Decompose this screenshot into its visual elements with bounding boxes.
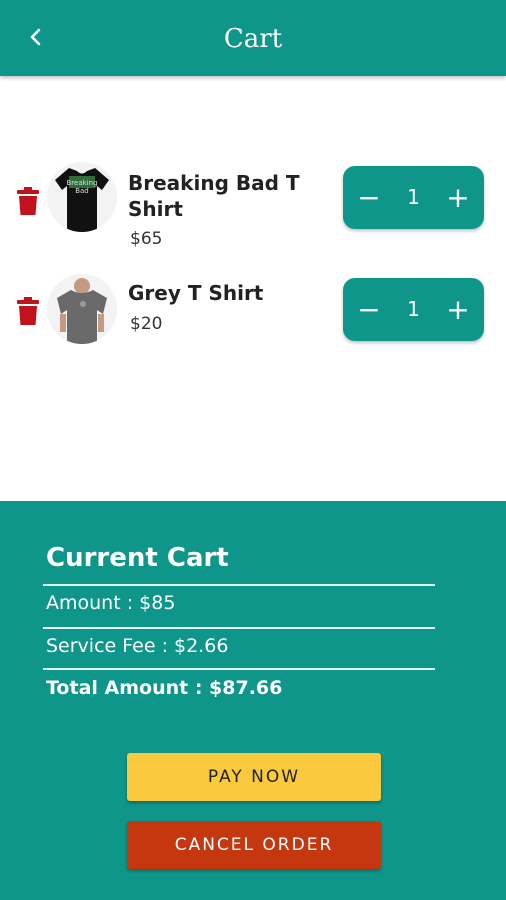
decrease-quantity-button[interactable]: − (347, 278, 391, 341)
cancel-order-button[interactable]: CANCEL ORDER (127, 821, 381, 869)
delete-item-button[interactable] (16, 296, 40, 326)
svg-text:Breaking: Breaking (66, 179, 97, 187)
quantity-stepper: − 1 + (343, 166, 484, 229)
delete-item-button[interactable] (16, 186, 40, 216)
black-tshirt-image: Breaking Bad (47, 162, 117, 232)
divider (43, 627, 435, 629)
total-amount-text: Total Amount : $87.66 (46, 677, 283, 699)
trash-icon (17, 187, 39, 215)
quantity-value: 1 (407, 297, 420, 321)
increase-quantity-button[interactable]: + (436, 278, 480, 341)
grey-tshirt-image (47, 274, 117, 344)
quantity-stepper: − 1 + (343, 278, 484, 341)
page-title: Cart (223, 24, 283, 54)
increase-quantity-button[interactable]: + (436, 166, 480, 229)
quantity-value: 1 (407, 185, 420, 209)
decrease-quantity-button[interactable]: − (347, 166, 391, 229)
item-price: $65 (130, 229, 163, 249)
service-fee-text: Service Fee : $2.66 (46, 635, 229, 657)
cart-summary: Current Cart Amount : $85 Service Fee : … (0, 501, 506, 900)
divider (43, 668, 435, 670)
pay-now-button[interactable]: PAY NOW (127, 753, 381, 801)
item-price: $20 (130, 314, 163, 334)
trash-icon (17, 297, 39, 325)
amount-text: Amount : $85 (46, 592, 176, 614)
summary-title: Current Cart (46, 543, 229, 573)
app-bar: Cart (0, 0, 506, 76)
item-name: Grey T Shirt (128, 281, 264, 305)
svg-text:Bad: Bad (75, 187, 89, 195)
item-name: Breaking Bad T Shirt (128, 171, 300, 221)
divider (43, 584, 435, 586)
